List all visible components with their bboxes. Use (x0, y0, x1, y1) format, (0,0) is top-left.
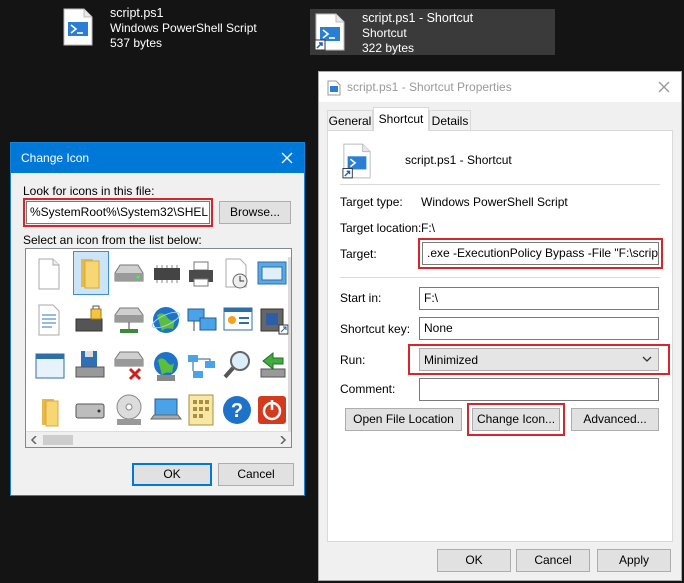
target-location-value: F:\ (421, 221, 435, 235)
file-name: script.ps1 - Shortcut (362, 11, 474, 25)
file-size: 537 bytes (110, 36, 163, 50)
folder-small-icon[interactable] (38, 395, 64, 429)
green-arrow-icon[interactable] (257, 349, 289, 383)
target-label: Target: (340, 247, 377, 261)
laptop-icon[interactable] (149, 395, 183, 427)
file-size: 322 bytes (362, 41, 415, 55)
globe-network-icon[interactable] (149, 349, 183, 385)
network-drive-icon[interactable] (112, 305, 146, 337)
tab-label: Shortcut (378, 112, 424, 126)
desktop-file-shortcut[interactable]: script.ps1 - Shortcut Shortcut 322 bytes (310, 9, 555, 55)
open-file-location-button[interactable]: Open File Location (345, 408, 462, 431)
file-type: Shortcut (362, 26, 407, 40)
scrollbar-thumb[interactable] (43, 435, 73, 445)
shortcut-name: script.ps1 - Shortcut (405, 153, 512, 167)
cd-drive-icon[interactable] (257, 305, 289, 337)
close-icon[interactable] (281, 152, 293, 164)
select-icon-label: Select an icon from the list below: (23, 233, 202, 247)
file-type: Windows PowerShell Script (110, 21, 257, 35)
highlight-change-icon (467, 403, 565, 436)
tab-details[interactable]: Details (429, 110, 471, 130)
shortcut-large-icon (342, 143, 371, 179)
floppy-drive-icon[interactable] (73, 349, 107, 383)
scroll-left-icon[interactable] (30, 436, 38, 444)
magnifier-icon[interactable] (222, 349, 254, 381)
apply-button[interactable]: Apply (597, 549, 671, 572)
shortcut-key-label: Shortcut key: (340, 322, 411, 336)
folder-icon[interactable] (75, 255, 107, 291)
advanced-button[interactable]: Advanced... (571, 408, 659, 431)
tab-label: General (328, 114, 372, 128)
locked-drive-icon[interactable] (73, 305, 107, 337)
shortcut-title-icon (327, 80, 341, 96)
ok-button[interactable]: OK (132, 463, 212, 486)
network-computers-icon[interactable] (185, 305, 219, 337)
printer-icon[interactable] (186, 259, 216, 289)
properties-titlebar[interactable]: script.ps1 - Shortcut Properties (319, 72, 681, 102)
highlight-run (408, 344, 670, 375)
power-icon[interactable] (255, 393, 289, 427)
divider (340, 277, 660, 278)
target-type-label: Target type: (340, 195, 403, 209)
cancel-button[interactable]: Cancel (218, 463, 294, 486)
calculator-icon[interactable] (186, 393, 216, 427)
shortcut-key-input[interactable]: None (419, 317, 659, 340)
powershell-shortcut-icon (314, 13, 345, 51)
drive-icon[interactable] (112, 261, 146, 287)
comment-input[interactable] (419, 378, 659, 401)
dialog-title: script.ps1 - Shortcut Properties (347, 80, 512, 94)
disconnected-drive-icon[interactable] (112, 349, 146, 383)
scroll-right-icon[interactable] (279, 436, 287, 444)
svg-text:?: ? (231, 400, 243, 422)
help-icon[interactable]: ? (220, 393, 254, 427)
look-for-label: Look for icons in this file: (23, 184, 155, 198)
cancel-button[interactable]: Cancel (516, 549, 590, 572)
cd-disc-icon[interactable] (112, 393, 146, 429)
horizontal-scrollbar[interactable] (26, 431, 291, 447)
change-icon-dialog: Change Icon Look for icons in this file:… (10, 142, 305, 496)
text-document-icon[interactable] (34, 303, 64, 337)
blank-document-icon[interactable] (34, 257, 64, 291)
tab-general[interactable]: General (327, 110, 373, 130)
target-location-label: Target location: (340, 221, 422, 235)
divider (340, 184, 660, 185)
close-icon[interactable] (658, 81, 670, 93)
ok-button[interactable]: OK (437, 549, 511, 572)
globe-icon[interactable] (149, 303, 183, 337)
hard-disk-icon[interactable] (73, 399, 107, 423)
blank-window-icon[interactable] (34, 351, 66, 381)
run-label: Run: (340, 353, 366, 367)
shortcut-properties-dialog: script.ps1 - Shortcut Properties General… (318, 71, 682, 581)
clock-document-icon[interactable] (222, 257, 252, 291)
tab-shortcut[interactable]: Shortcut (373, 107, 429, 131)
dialog-title: Change Icon (21, 151, 90, 165)
shortcut-tab-panel: script.ps1 - Shortcut Target type: Windo… (327, 130, 673, 542)
control-panel-icon[interactable] (222, 305, 254, 335)
file-name: script.ps1 (110, 6, 164, 20)
partial-icon-column (288, 257, 291, 437)
desktop-file-script[interactable]: script.ps1 Windows PowerShell Script 537… (58, 4, 278, 50)
powershell-script-icon (63, 8, 93, 46)
network-tree-icon[interactable] (185, 351, 219, 381)
icon-list[interactable]: ? (25, 248, 292, 448)
change-icon-titlebar[interactable]: Change Icon (11, 143, 304, 173)
window-icon[interactable] (256, 259, 288, 287)
comment-label: Comment: (340, 382, 396, 396)
tab-label: Details (431, 114, 469, 128)
target-type-value: Windows PowerShell Script (421, 195, 568, 209)
start-in-input[interactable]: F:\ (419, 287, 659, 310)
highlight-path (23, 198, 213, 227)
chip-icon[interactable] (150, 263, 184, 285)
highlight-target (418, 238, 663, 269)
start-in-label: Start in: (340, 291, 382, 305)
browse-button[interactable]: Browse... (219, 201, 291, 224)
